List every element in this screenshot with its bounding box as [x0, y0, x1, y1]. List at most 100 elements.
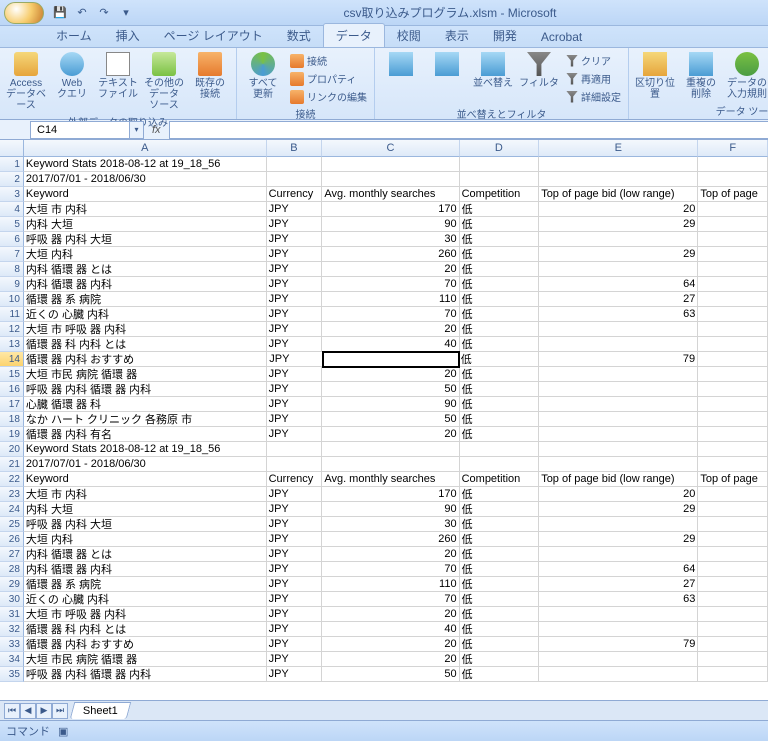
cell-D4[interactable]: 低: [460, 202, 540, 217]
cell-E35[interactable]: [539, 667, 698, 682]
cell-D5[interactable]: 低: [460, 217, 540, 232]
cell-D30[interactable]: 低: [460, 592, 540, 607]
cell-D8[interactable]: 低: [460, 262, 540, 277]
cell-C22[interactable]: Avg. monthly searches: [322, 472, 459, 487]
cell-F13[interactable]: [698, 337, 768, 352]
cell-C33[interactable]: 20: [322, 637, 459, 652]
cell-B18[interactable]: JPY: [267, 412, 323, 427]
cell-B8[interactable]: JPY: [267, 262, 323, 277]
cell-E27[interactable]: [539, 547, 698, 562]
filter-item-1[interactable]: 再適用: [563, 70, 624, 87]
cell-A21[interactable]: 2017/07/01 - 2018/06/30: [24, 457, 267, 472]
cell-D7[interactable]: 低: [460, 247, 540, 262]
cell-E34[interactable]: [539, 652, 698, 667]
row-header[interactable]: 35: [0, 667, 24, 682]
row-header[interactable]: 20: [0, 442, 24, 457]
tab-nav-prev[interactable]: ◀: [20, 703, 36, 719]
cell-A32[interactable]: 循環 器 科 内科 とは: [24, 622, 267, 637]
cell-D35[interactable]: 低: [460, 667, 540, 682]
cell-A20[interactable]: Keyword Stats 2018-08-12 at 19_18_56: [24, 442, 267, 457]
cell-A35[interactable]: 呼吸 器 内科 循環 器 内科: [24, 667, 267, 682]
cell-F17[interactable]: [698, 397, 768, 412]
row-header[interactable]: 23: [0, 487, 24, 502]
cell-B7[interactable]: JPY: [267, 247, 323, 262]
row-header[interactable]: 24: [0, 502, 24, 517]
row-header[interactable]: 31: [0, 607, 24, 622]
row-header[interactable]: 25: [0, 517, 24, 532]
row-header[interactable]: 11: [0, 307, 24, 322]
cell-A34[interactable]: 大垣 市民 病院 循環 器: [24, 652, 267, 667]
sort-za-button[interactable]: [425, 50, 469, 78]
cell-D11[interactable]: 低: [460, 307, 540, 322]
cell-E8[interactable]: [539, 262, 698, 277]
row-header[interactable]: 1: [0, 157, 24, 172]
cell-F32[interactable]: [698, 622, 768, 637]
cell-E16[interactable]: [539, 382, 698, 397]
row-header[interactable]: 27: [0, 547, 24, 562]
cell-D21[interactable]: [460, 457, 540, 472]
cell-E14[interactable]: 79: [539, 352, 699, 367]
cell-F35[interactable]: [698, 667, 768, 682]
cell-C35[interactable]: 50: [322, 667, 459, 682]
cell-F25[interactable]: [698, 517, 768, 532]
cell-D13[interactable]: 低: [460, 337, 540, 352]
cell-F12[interactable]: [698, 322, 768, 337]
row-header[interactable]: 9: [0, 277, 24, 292]
row-header[interactable]: 10: [0, 292, 24, 307]
row-header[interactable]: 13: [0, 337, 24, 352]
row-header[interactable]: 5: [0, 217, 24, 232]
cell-E17[interactable]: [539, 397, 698, 412]
cell-A15[interactable]: 大垣 市民 病院 循環 器: [24, 367, 267, 382]
cell-B31[interactable]: JPY: [267, 607, 323, 622]
row-header[interactable]: 18: [0, 412, 24, 427]
cell-C34[interactable]: 20: [322, 652, 459, 667]
cell-B11[interactable]: JPY: [267, 307, 323, 322]
cell-B25[interactable]: JPY: [267, 517, 323, 532]
cell-B3[interactable]: Currency: [267, 187, 323, 202]
cell-A9[interactable]: 内科 循環 器 内科: [24, 277, 267, 292]
ribbon-tab-2[interactable]: ページ レイアウト: [152, 24, 275, 47]
cell-D27[interactable]: 低: [460, 547, 540, 562]
cell-A26[interactable]: 大垣 内科: [24, 532, 267, 547]
cell-A5[interactable]: 内科 大垣: [24, 217, 267, 232]
cell-F30[interactable]: [698, 592, 768, 607]
sort-az-button[interactable]: [379, 50, 423, 78]
name-box[interactable]: C14: [30, 121, 130, 139]
col-header-D[interactable]: D: [460, 140, 540, 157]
cell-F27[interactable]: [698, 547, 768, 562]
ext-data-btn-4[interactable]: 既存の接続: [188, 50, 232, 102]
sort-button[interactable]: 並べ替え: [471, 50, 515, 91]
cell-B27[interactable]: JPY: [267, 547, 323, 562]
row-header[interactable]: 2: [0, 172, 24, 187]
cell-A12[interactable]: 大垣 市 呼吸 器 内科: [24, 322, 267, 337]
cell-A25[interactable]: 呼吸 器 内科 大垣: [24, 517, 267, 532]
filter-item-2[interactable]: 詳細設定: [563, 88, 624, 105]
cell-C24[interactable]: 90: [322, 502, 459, 517]
cell-F20[interactable]: [698, 442, 768, 457]
cell-E1[interactable]: [539, 157, 698, 172]
cell-F28[interactable]: [698, 562, 768, 577]
cell-F1[interactable]: [698, 157, 768, 172]
row-header[interactable]: 3: [0, 187, 24, 202]
cell-F4[interactable]: [698, 202, 768, 217]
cell-C29[interactable]: 110: [322, 577, 459, 592]
col-header-B[interactable]: B: [267, 140, 323, 157]
cell-A4[interactable]: 大垣 市 内科: [24, 202, 267, 217]
row-header[interactable]: 14: [0, 352, 24, 367]
cell-B24[interactable]: JPY: [267, 502, 323, 517]
row-header[interactable]: 33: [0, 637, 24, 652]
col-header-A[interactable]: A: [24, 140, 267, 157]
cell-F15[interactable]: [698, 367, 768, 382]
fx-icon[interactable]: fx: [152, 124, 161, 136]
row-header[interactable]: 26: [0, 532, 24, 547]
row-header[interactable]: 32: [0, 622, 24, 637]
cell-B22[interactable]: Currency: [267, 472, 323, 487]
cell-E32[interactable]: [539, 622, 698, 637]
cell-E9[interactable]: 64: [539, 277, 698, 292]
cell-A1[interactable]: Keyword Stats 2018-08-12 at 19_18_56: [24, 157, 267, 172]
cell-F2[interactable]: [698, 172, 768, 187]
qat-undo-icon[interactable]: ↶: [72, 3, 92, 23]
ribbon-tab-7[interactable]: 開発: [481, 24, 529, 47]
cell-B17[interactable]: JPY: [267, 397, 323, 412]
cell-A18[interactable]: なか ハート クリニック 各務原 市: [24, 412, 267, 427]
